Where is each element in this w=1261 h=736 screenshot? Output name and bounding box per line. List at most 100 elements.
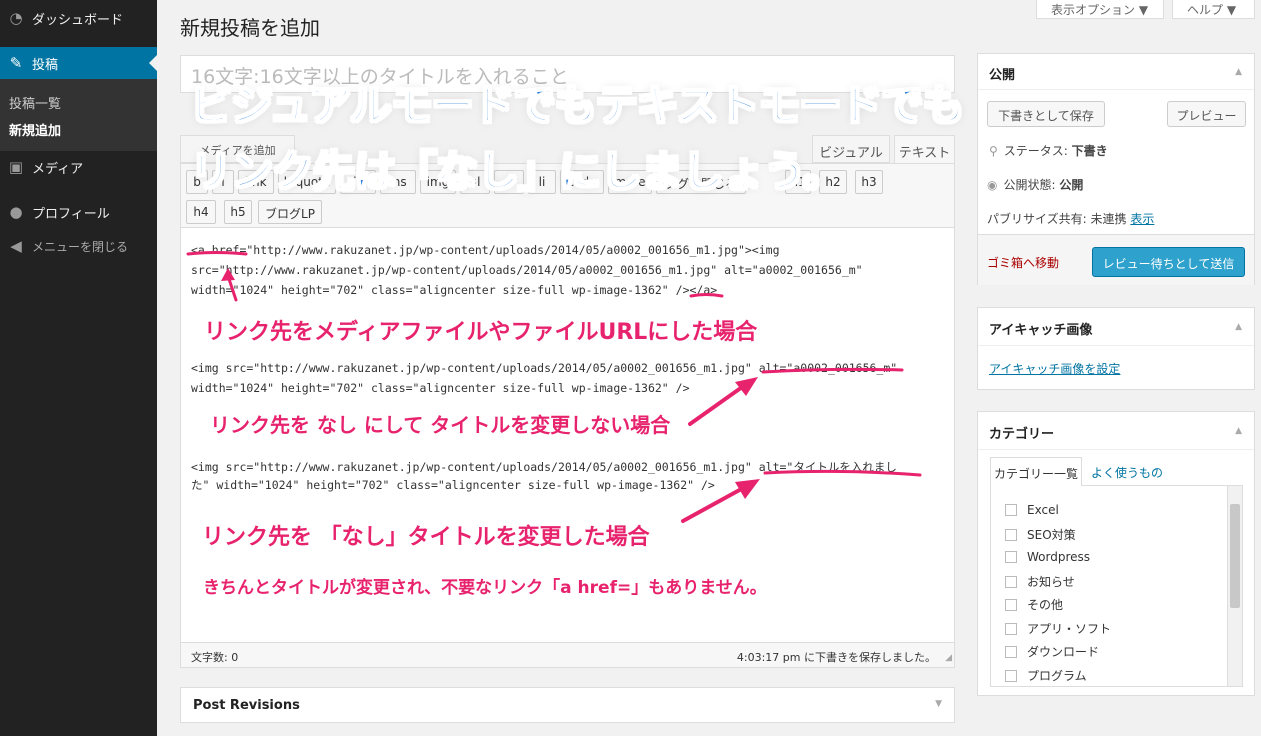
scrollbar[interactable]	[1227, 486, 1242, 686]
category-box: カテゴリー ▲ カテゴリー一覧 よく使うもの Excel SEO対策 Wordp…	[977, 411, 1255, 696]
scrollbar-thumb[interactable]	[1230, 504, 1240, 608]
qt-h3-button[interactable]: h3	[855, 170, 883, 194]
checkbox[interactable]	[1005, 576, 1017, 588]
set-featured-image-link[interactable]: アイキャッチ画像を設定	[989, 360, 1120, 377]
banner-heading-line1: ビジュアルモードでもテキストモードでも	[189, 80, 966, 131]
preview-button[interactable]: プレビュー	[1167, 101, 1246, 127]
category-label: アプリ・ソフト	[1027, 622, 1112, 636]
autosave-status: 4:03:17 pm に下書きを保存しました。	[736, 651, 936, 664]
category-item[interactable]: プログラム	[1005, 667, 1087, 684]
tab-popular-categories[interactable]: よく使うもの	[1091, 464, 1163, 481]
code-line: width="1024" height="702" class="alignce…	[191, 381, 690, 395]
chevron-up-icon[interactable]: ▲	[1235, 322, 1242, 332]
publicize-link[interactable]: 表示	[1130, 212, 1154, 226]
category-label: お知らせ	[1027, 575, 1075, 589]
dashboard-icon: ◔	[9, 9, 23, 27]
visibility-label: 公開状態:	[1003, 178, 1056, 192]
checkbox[interactable]	[1005, 599, 1017, 611]
save-draft-button[interactable]: 下書きとして保存	[987, 101, 1105, 127]
menu-label: ダッシュボード	[32, 12, 124, 28]
status-value: 下書き	[1071, 144, 1108, 158]
category-label: ダウンロード	[1027, 645, 1100, 659]
category-label: Excel	[1027, 503, 1059, 517]
admin-sidebar: ◔ ダッシュボード ✎ 投稿 投稿一覧 新規追加 ▣ メディア ● プロフィール…	[0, 0, 157, 736]
page-title: 新規投稿を追加	[180, 16, 320, 40]
category-title: カテゴリー	[989, 427, 1055, 442]
menu-media[interactable]: ▣ メディア	[0, 151, 157, 183]
category-label: Wordpress	[1027, 550, 1091, 564]
pin-icon: ⚲	[989, 144, 998, 158]
revisions-title: Post Revisions	[193, 698, 300, 713]
annotation-note: リンク先を 「なし」タイトルを変更した場合	[202, 525, 650, 550]
chevron-up-icon[interactable]: ▲	[1235, 426, 1242, 436]
category-item[interactable]: お知らせ	[1005, 573, 1075, 590]
code-line: <a href="http://www.rakuzanet.jp/wp-cont…	[191, 243, 780, 257]
editor-status-bar: 文字数: 0 4:03:17 pm に下書きを保存しました。 ◢	[180, 643, 955, 668]
checkbox[interactable]	[1005, 504, 1017, 516]
category-label: SEO対策	[1027, 528, 1076, 542]
publish-actions: ゴミ箱へ移動 レビュー待ちとして送信	[978, 234, 1254, 285]
pin-icon: ✎	[9, 54, 23, 72]
menu-label: プロフィール	[32, 206, 110, 222]
category-label: その他	[1027, 598, 1064, 612]
annotation-note: きちんとタイトルが変更され、不要なリンク「a href=」もありません。	[203, 578, 767, 598]
code-line: width="1024" height="702" class="alignce…	[191, 283, 718, 297]
divider	[978, 89, 1254, 90]
resize-handle-icon[interactable]: ◢	[945, 653, 952, 663]
featured-image-title: アイキャッチ画像	[989, 323, 1093, 338]
submenu-all-posts[interactable]: 投稿一覧	[9, 93, 61, 112]
qt-h4-button[interactable]: h4	[186, 200, 216, 224]
divider	[978, 449, 1254, 450]
code-line: src="http://www.rakuzanet.jp/wp-content/…	[191, 263, 863, 277]
post-revisions-box[interactable]: Post Revisions ▼	[180, 687, 955, 723]
tab-text[interactable]: テキスト	[894, 135, 955, 163]
user-icon: ●	[9, 203, 23, 221]
featured-image-box: アイキャッチ画像 ▲ アイキャッチ画像を設定	[977, 307, 1255, 390]
chevron-down-icon[interactable]: ▼	[935, 699, 942, 709]
checkbox[interactable]	[1005, 646, 1017, 658]
code-line: た" width="1024" height="702" class="alig…	[191, 478, 715, 492]
menu-label: メニューを閉じる	[32, 239, 129, 254]
menu-collapse[interactable]: ◀ メニューを閉じる	[0, 230, 157, 262]
status-label: ステータス:	[1003, 144, 1068, 158]
checkbox[interactable]	[1005, 551, 1017, 563]
annotation-note: リンク先を なし にして タイトルを変更しない場合	[210, 413, 671, 437]
checkbox[interactable]	[1005, 670, 1017, 682]
checkbox[interactable]	[1005, 623, 1017, 635]
menu-dashboard[interactable]: ◔ ダッシュボード	[0, 2, 157, 34]
divider	[978, 345, 1254, 346]
code-line: <img src="http://www.rakuzanet.jp/wp-con…	[191, 361, 898, 375]
checkbox[interactable]	[1005, 529, 1017, 541]
qt-h5-button[interactable]: h5	[224, 200, 252, 224]
media-icon: ▣	[8, 158, 24, 176]
banner-heading-line2: リンク先は「なし」にしましょう。	[189, 146, 845, 197]
publicize-row: パブリサイズ共有: 未連携 表示	[987, 210, 1154, 227]
annotation-note: リンク先をメディアファイルやファイルURLにした場合	[204, 320, 758, 345]
status-row: ⚲ ステータス: 下書き	[989, 142, 1108, 159]
category-item[interactable]: ダウンロード	[1005, 643, 1099, 660]
screen-options-button[interactable]: 表示オプション ▼	[1036, 0, 1164, 19]
trash-link[interactable]: ゴミ箱へ移動	[987, 254, 1059, 271]
category-item[interactable]: アプリ・ソフト	[1005, 620, 1111, 637]
category-item[interactable]: SEO対策	[1005, 526, 1076, 543]
menu-label: 投稿	[32, 57, 59, 73]
menu-posts[interactable]: ✎ 投稿	[0, 47, 157, 79]
code-line: <img src="http://www.rakuzanet.jp/wp-con…	[191, 460, 897, 474]
submit-for-review-button[interactable]: レビュー待ちとして送信	[1092, 247, 1245, 277]
submenu-add-new[interactable]: 新規追加	[9, 120, 61, 139]
menu-profile[interactable]: ● プロフィール	[0, 196, 157, 228]
qt-bloglp-button[interactable]: ブログLP	[258, 200, 322, 224]
publicize-label: パブリサイズ共有: 未連携	[987, 212, 1127, 226]
category-label: プログラム	[1027, 669, 1087, 683]
publish-title: 公開	[989, 68, 1016, 83]
category-item[interactable]: Wordpress	[1005, 550, 1090, 564]
menu-label: メディア	[32, 161, 84, 177]
collapse-icon: ◀	[10, 237, 22, 255]
posts-submenu: 投稿一覧 新規追加	[0, 79, 157, 151]
category-item[interactable]: Excel	[1005, 503, 1059, 517]
category-checklist: Excel SEO対策 Wordpress お知らせ その他 アプリ・ソフト ダ…	[990, 485, 1243, 687]
category-item[interactable]: その他	[1005, 596, 1063, 613]
chevron-up-icon[interactable]: ▲	[1235, 67, 1242, 77]
help-button[interactable]: ヘルプ ▼	[1172, 0, 1255, 19]
tab-all-categories[interactable]: カテゴリー一覧	[990, 457, 1082, 486]
